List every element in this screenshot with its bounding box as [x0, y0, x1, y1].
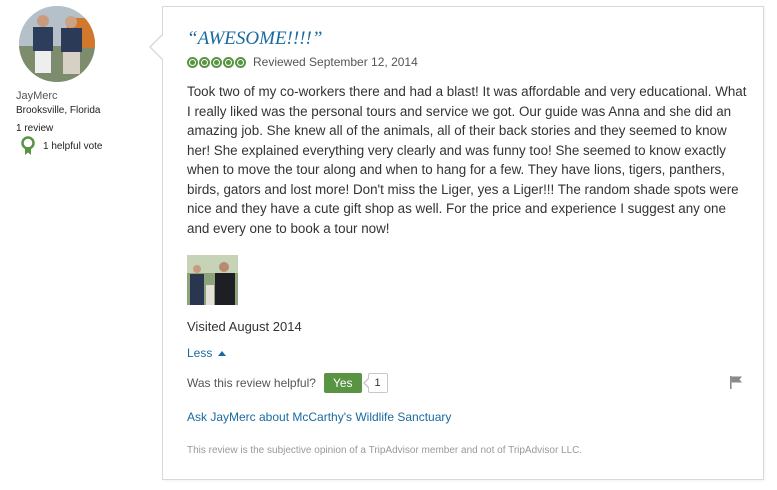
reviewer-review-count: 1 review	[16, 123, 54, 134]
report-flag-icon[interactable]	[729, 375, 743, 394]
review-photo-icon	[187, 255, 238, 305]
caret-up-icon[interactable]	[218, 350, 227, 356]
rating-row: Reviewed September 12, 2014	[187, 55, 418, 69]
less-toggle[interactable]: Less	[187, 346, 227, 360]
helpful-votes-label: 1 helpful vote	[43, 140, 103, 152]
helpful-badge-icon	[21, 136, 35, 155]
rating-bubbles	[187, 56, 247, 68]
rating-bubble-icon	[187, 56, 198, 68]
review-date: Reviewed September 12, 2014	[253, 55, 418, 69]
rating-bubble-icon	[235, 56, 246, 68]
helpful-votes-badge: 1 helpful vote	[20, 136, 103, 156]
reviewer-name[interactable]: JayMerc	[16, 90, 58, 102]
helpful-question: Was this review helpful?	[187, 376, 316, 390]
review-title[interactable]: “AWESOME!!!!”	[187, 28, 322, 50]
user-photo-icon	[19, 6, 95, 82]
card-pointer-fill	[151, 35, 163, 59]
review-photo[interactable]	[187, 255, 238, 305]
reviewer-location: Brooksville, Florida	[16, 105, 101, 116]
yes-helpful-button[interactable]: Yes	[323, 373, 362, 393]
visited-date: Visited August 2014	[187, 319, 302, 334]
review-body: Took two of my co-workers there and had …	[187, 84, 747, 236]
rating-bubble-icon	[199, 56, 210, 68]
ask-reviewer-link[interactable]: Ask JayMerc about McCarthy's Wildlife Sa…	[187, 410, 451, 424]
review-card: “AWESOME!!!!” Reviewed September 12, 201…	[162, 6, 764, 480]
review-disclaimer: This review is the subjective opinion of…	[187, 445, 583, 456]
reviewer-avatar[interactable]	[19, 6, 95, 82]
flag-icon[interactable]	[729, 375, 743, 389]
helpful-count: 1	[362, 373, 388, 393]
helpful-prompt: Was this review helpful? Yes 1	[187, 373, 388, 393]
rating-bubble-icon	[211, 56, 222, 68]
less-label[interactable]: Less	[187, 346, 212, 360]
rating-bubble-icon	[223, 56, 234, 68]
